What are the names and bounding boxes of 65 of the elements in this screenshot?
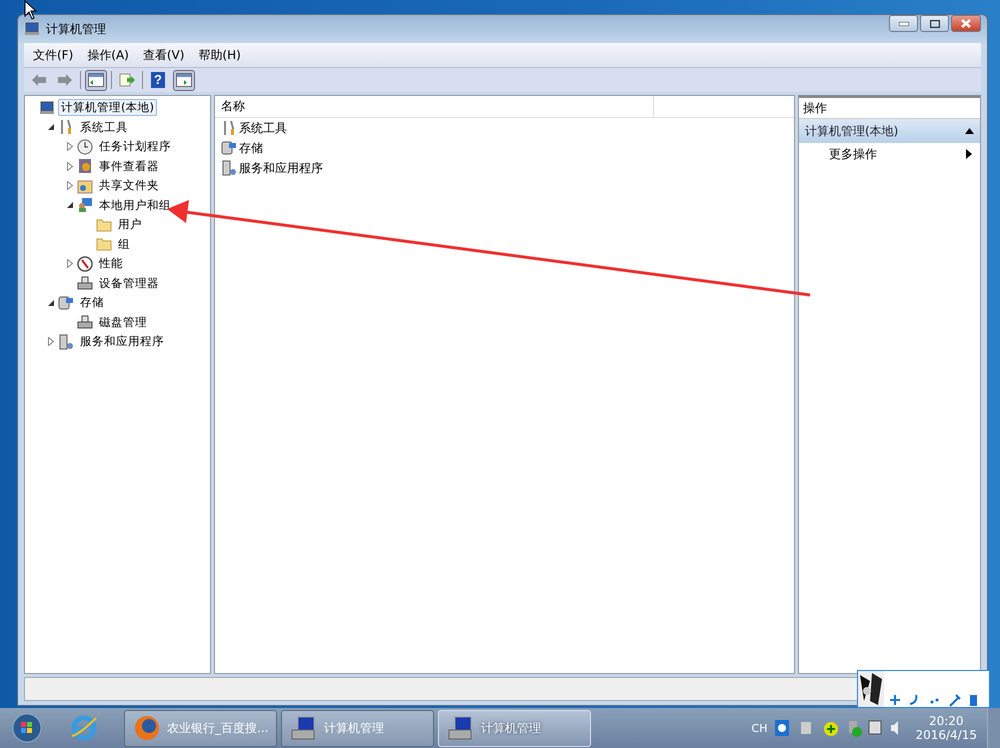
- column-header[interactable]: 名称: [215, 96, 654, 117]
- date-text: 2016/4/15: [915, 728, 977, 742]
- services-icon: [221, 160, 237, 176]
- action-item[interactable]: 更多操作: [799, 143, 980, 165]
- pane-icon: [176, 73, 192, 87]
- actionpane-button[interactable]: [173, 70, 195, 90]
- tree-item[interactable]: 服务和应用程序: [77, 333, 167, 350]
- pane-icon: [88, 73, 104, 87]
- list-item[interactable]: 系统工具: [239, 120, 287, 136]
- right-arrow-icon: [57, 73, 73, 87]
- fox-globe-icon: [133, 714, 161, 742]
- left-arrow-icon: [31, 73, 47, 87]
- time-text: 20:20: [928, 714, 964, 728]
- tree-item[interactable]: 用户: [115, 216, 145, 234]
- tree-item[interactable]: 计算机管理(本地): [58, 99, 157, 116]
- menu-item[interactable]: 操作(A): [87, 46, 129, 64]
- globe-icon: [70, 714, 98, 742]
- expand-icon[interactable]: [66, 181, 74, 190]
- tools-icon: [58, 119, 74, 136]
- mouse-cursor-icon: [24, 0, 38, 20]
- menu-item[interactable]: 查看(V): [142, 46, 184, 64]
- maximize-icon: [930, 20, 940, 28]
- tree-item[interactable]: 存储: [77, 294, 107, 312]
- collapse-icon[interactable]: [46, 123, 54, 132]
- tree-item[interactable]: 本地用户和组: [96, 196, 174, 214]
- tree-item[interactable]: 系统工具: [77, 118, 131, 136]
- minimize-icon: [898, 22, 908, 26]
- tree-item[interactable]: 任务计划程序: [96, 138, 174, 156]
- collapse-icon[interactable]: [66, 201, 74, 210]
- actions-section[interactable]: 计算机管理(本地): [799, 119, 980, 143]
- windows-logo-icon: [12, 713, 42, 743]
- list-item[interactable]: 存储: [239, 140, 263, 156]
- minimize-button[interactable]: [889, 15, 918, 32]
- window-title: 计算机管理: [46, 20, 106, 38]
- export-list-icon: [119, 73, 135, 87]
- submenu-arrow-icon: [966, 149, 972, 159]
- expand-icon[interactable]: [66, 259, 74, 268]
- collapse-icon: [965, 128, 974, 134]
- expand-icon[interactable]: [46, 337, 54, 346]
- tree-item[interactable]: 磁盘管理: [96, 314, 150, 331]
- close-button[interactable]: [951, 15, 981, 32]
- storage-icon: [221, 140, 237, 156]
- expand-icon[interactable]: [66, 162, 74, 171]
- tree-item[interactable]: 设备管理器: [96, 274, 162, 292]
- tree-item[interactable]: 组: [115, 236, 133, 253]
- clock[interactable]: 20:20 2016/4/15: [909, 714, 983, 742]
- tree-item[interactable]: 性能: [96, 255, 126, 272]
- tree-button[interactable]: [85, 70, 107, 90]
- clock-icon: [77, 138, 93, 155]
- help-button[interactable]: ?: [147, 70, 169, 90]
- expand-icon[interactable]: [66, 142, 74, 152]
- menu-item[interactable]: 文件(F): [33, 46, 74, 64]
- tools-icon: [221, 120, 237, 136]
- computer-icon: [24, 21, 40, 37]
- collapse-icon[interactable]: [46, 298, 54, 307]
- help-icon: ?: [151, 72, 165, 88]
- close-icon: [961, 19, 971, 28]
- tree-item[interactable]: 共享文件夹: [96, 177, 162, 194]
- tree-item[interactable]: 事件查看器: [96, 158, 162, 175]
- list-item[interactable]: 服务和应用程序: [239, 160, 323, 176]
- folder-icon: [96, 216, 112, 233]
- folder-icon: [96, 236, 112, 252]
- maximize-button[interactable]: [920, 15, 949, 32]
- menu-item[interactable]: 帮助(H): [198, 46, 241, 64]
- computer-icon: [39, 100, 55, 116]
